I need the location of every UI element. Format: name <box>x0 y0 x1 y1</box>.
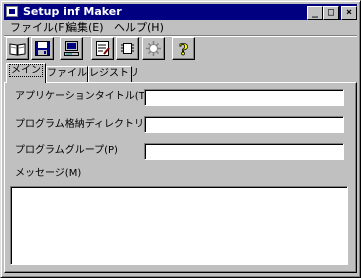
toolbar-button-save[interactable] <box>31 37 54 60</box>
toolbar-button-open[interactable] <box>6 37 29 60</box>
toolbar-button-help[interactable]: ? <box>172 37 195 60</box>
tab-strip: メイン ファイル レジストリ <box>4 63 357 83</box>
title-bar[interactable]: Setup inf Maker _ □ × <box>4 4 357 20</box>
minimize-button[interactable]: _ <box>307 6 323 20</box>
svg-text:?: ? <box>179 40 188 57</box>
menu-file[interactable]: ファイル(F) <box>10 21 69 35</box>
tab-file-label: ファイル <box>47 68 87 79</box>
app-icon[interactable] <box>6 6 18 17</box>
toolbar-button-setup[interactable] <box>60 37 83 60</box>
install-dir-input[interactable] <box>144 116 344 133</box>
message-textarea[interactable] <box>10 186 348 265</box>
menu-edit[interactable]: 編集(E) <box>66 21 104 35</box>
message-label: メッセージ(M) <box>15 168 82 179</box>
window-title: Setup inf Maker <box>23 5 122 18</box>
toolbar: ? <box>4 37 357 62</box>
tab-registry[interactable]: レジストリ <box>88 66 139 82</box>
tab-registry-label: レジストリ <box>89 68 139 79</box>
program-group-label: プログラムグループ(P) <box>15 145 118 156</box>
program-group-input[interactable] <box>144 143 344 160</box>
menu-bar: ファイル(F) 編集(E) ヘルプ(H) <box>4 20 357 36</box>
install-dir-label: プログラム格納ディレクトリ(D) <box>15 119 160 130</box>
toolbar-button-edit[interactable] <box>91 37 114 60</box>
menu-help[interactable]: ヘルプ(H) <box>114 21 164 35</box>
app-title-label: アプリケーションタイトル(T) <box>15 91 149 102</box>
tab-main[interactable]: メイン <box>6 63 46 83</box>
tab-panel-main: アプリケーションタイトル(T) プログラム格納ディレクトリ(D) プログラムグル… <box>4 82 357 273</box>
toolbar-button-settings[interactable] <box>142 37 165 60</box>
toolbar-button-component[interactable] <box>116 37 139 60</box>
app-title-input[interactable] <box>144 89 344 106</box>
tab-file[interactable]: ファイル <box>46 66 88 82</box>
main-window: Setup inf Maker _ □ × ファイル(F) 編集(E) ヘルプ(… <box>0 0 361 278</box>
tab-main-label: メイン <box>9 64 43 77</box>
maximize-button[interactable]: □ <box>323 6 339 20</box>
close-button[interactable]: × <box>341 6 357 20</box>
